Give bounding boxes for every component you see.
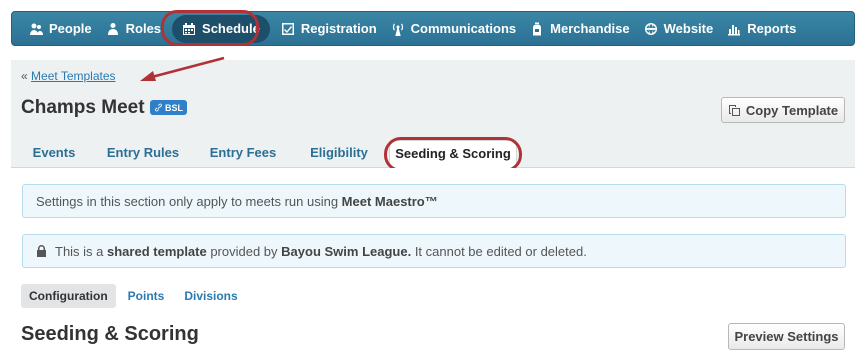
nav-label: Communications [410, 21, 517, 36]
breadcrumb: « Meet Templates [21, 69, 116, 83]
tab-events[interactable]: Events [24, 140, 84, 168]
copy-template-label: Copy Template [745, 102, 839, 118]
checkbox-icon [281, 22, 295, 36]
subtab-points[interactable]: Points [120, 284, 173, 308]
league-badge[interactable]: BSL [150, 100, 187, 115]
people-icon [29, 22, 43, 36]
breadcrumb-prefix: « [21, 69, 28, 83]
meet-tabs: Events Entry Rules Entry Fees Eligibilit… [11, 140, 855, 168]
copy-icon [728, 104, 740, 116]
alert-text: This is a shared template provided by Ba… [55, 243, 587, 259]
subtab-divisions[interactable]: Divisions [176, 284, 245, 308]
copy-template-button[interactable]: Copy Template [721, 97, 845, 123]
tab-entry-fees[interactable]: Entry Fees [201, 140, 285, 168]
nav-reports[interactable]: Reports [720, 15, 803, 43]
lock-icon [36, 245, 47, 257]
bottle-icon [530, 22, 544, 36]
calendar-icon [182, 22, 196, 36]
tab-seeding-scoring[interactable]: Seeding & Scoring [389, 140, 517, 168]
nav-people[interactable]: People [22, 15, 99, 43]
nav-label: Website [663, 21, 714, 36]
main-navbar: People Roles Schedule Registration Commu… [11, 11, 855, 46]
nav-schedule[interactable]: Schedule [172, 14, 270, 43]
nav-registration[interactable]: Registration [274, 15, 384, 43]
bar-chart-icon [727, 22, 741, 36]
nav-label: Roles [125, 21, 162, 36]
page-title: Champs Meet [21, 97, 145, 118]
roles-icon [106, 22, 120, 36]
badge-label: BSL [165, 102, 183, 113]
subtab-configuration[interactable]: Configuration [21, 284, 116, 308]
nav-communications[interactable]: Communications [384, 15, 523, 43]
globe-icon [644, 22, 658, 36]
nav-label: Registration [300, 21, 377, 36]
meet-maestro-alert: Settings in this section only apply to m… [22, 184, 846, 218]
nav-label: People [49, 21, 92, 36]
subtabs: Configuration Points Divisions [21, 284, 250, 308]
nav-roles[interactable]: Roles [99, 15, 168, 43]
nav-merchandise[interactable]: Merchandise [523, 15, 636, 43]
section-title: Seeding & Scoring [21, 323, 199, 345]
tab-entry-rules[interactable]: Entry Rules [99, 140, 187, 168]
preview-settings-button[interactable]: Preview Settings [728, 323, 845, 350]
nav-label: Schedule [202, 21, 260, 36]
tab-eligibility[interactable]: Eligibility [299, 140, 379, 168]
nav-label: Merchandise [550, 21, 630, 36]
nav-label: Reports [747, 21, 797, 36]
alert-text: Settings in this section only apply to m… [36, 193, 438, 209]
broadcast-icon [391, 22, 405, 36]
breadcrumb-link-meet-templates[interactable]: Meet Templates [31, 69, 116, 83]
shared-template-alert: This is a shared template provided by Ba… [22, 234, 846, 268]
link-icon [155, 103, 162, 112]
nav-website[interactable]: Website [637, 15, 721, 43]
